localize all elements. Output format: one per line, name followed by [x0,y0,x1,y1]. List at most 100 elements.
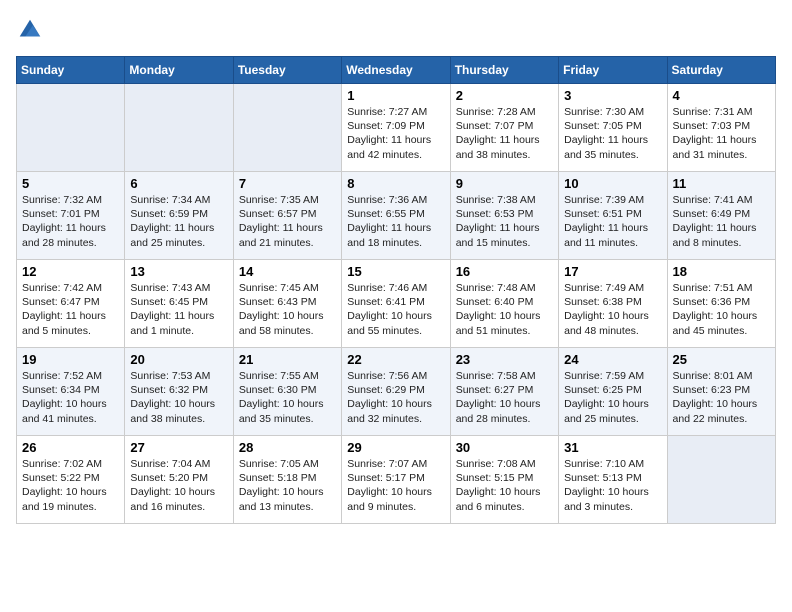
day-number: 27 [130,440,227,455]
calendar-cell: 4 Sunrise: 7:31 AM Sunset: 7:03 PM Daylig… [667,84,775,172]
calendar-cell: 14 Sunrise: 7:45 AM Sunset: 6:43 PM Dayli… [233,260,341,348]
calendar-header: SundayMondayTuesdayWednesdayThursdayFrid… [17,57,776,84]
day-number: 15 [347,264,444,279]
calendar-cell: 8 Sunrise: 7:36 AM Sunset: 6:55 PM Daylig… [342,172,450,260]
calendar-cell: 24 Sunrise: 7:59 AM Sunset: 6:25 PM Dayli… [559,348,667,436]
logo-icon [16,16,44,44]
day-number: 6 [130,176,227,191]
day-number: 3 [564,88,661,103]
day-number: 26 [22,440,119,455]
calendar-cell: 31 Sunrise: 7:10 AM Sunset: 5:13 PM Dayli… [559,436,667,524]
day-info: Sunrise: 7:27 AM Sunset: 7:09 PM Dayligh… [347,105,444,162]
day-info: Sunrise: 7:04 AM Sunset: 5:20 PM Dayligh… [130,457,227,514]
day-number: 9 [456,176,553,191]
day-info: Sunrise: 7:45 AM Sunset: 6:43 PM Dayligh… [239,281,336,338]
calendar-cell: 1 Sunrise: 7:27 AM Sunset: 7:09 PM Daylig… [342,84,450,172]
day-info: Sunrise: 7:41 AM Sunset: 6:49 PM Dayligh… [673,193,770,250]
weekday-header: Wednesday [342,57,450,84]
day-info: Sunrise: 7:43 AM Sunset: 6:45 PM Dayligh… [130,281,227,338]
calendar-cell: 10 Sunrise: 7:39 AM Sunset: 6:51 PM Dayli… [559,172,667,260]
calendar-cell: 12Sunrise: 7:42 AM Sunset: 6:47 PM Dayli… [17,260,125,348]
weekday-header: Monday [125,57,233,84]
day-number: 24 [564,352,661,367]
calendar-cell: 13 Sunrise: 7:43 AM Sunset: 6:45 PM Dayli… [125,260,233,348]
day-info: Sunrise: 7:30 AM Sunset: 7:05 PM Dayligh… [564,105,661,162]
day-number: 11 [673,176,770,191]
calendar-body: 1 Sunrise: 7:27 AM Sunset: 7:09 PM Daylig… [17,84,776,524]
day-info: Sunrise: 7:52 AM Sunset: 6:34 PM Dayligh… [22,369,119,426]
calendar-cell: 25Sunrise: 8:01 AM Sunset: 6:23 PM Dayli… [667,348,775,436]
day-info: Sunrise: 7:42 AM Sunset: 6:47 PM Dayligh… [22,281,119,338]
calendar-cell: 19 Sunrise: 7:52 AM Sunset: 6:34 PM Dayli… [17,348,125,436]
day-number: 17 [564,264,661,279]
calendar-cell: 28 Sunrise: 7:05 AM Sunset: 5:18 PM Dayli… [233,436,341,524]
calendar-week-row: 1 Sunrise: 7:27 AM Sunset: 7:09 PM Daylig… [17,84,776,172]
calendar-cell [17,84,125,172]
day-number: 18 [673,264,770,279]
day-number: 22 [347,352,444,367]
calendar-cell: 2 Sunrise: 7:28 AM Sunset: 7:07 PM Daylig… [450,84,558,172]
calendar-cell: 9 Sunrise: 7:38 AM Sunset: 6:53 PM Daylig… [450,172,558,260]
day-info: Sunrise: 7:10 AM Sunset: 5:13 PM Dayligh… [564,457,661,514]
day-info: Sunrise: 7:49 AM Sunset: 6:38 PM Dayligh… [564,281,661,338]
calendar-cell: 6 Sunrise: 7:34 AM Sunset: 6:59 PM Daylig… [125,172,233,260]
weekday-header: Friday [559,57,667,84]
calendar-cell [125,84,233,172]
day-info: Sunrise: 7:38 AM Sunset: 6:53 PM Dayligh… [456,193,553,250]
calendar-week-row: 26 Sunrise: 7:02 AM Sunset: 5:22 PM Dayli… [17,436,776,524]
day-info: Sunrise: 7:07 AM Sunset: 5:17 PM Dayligh… [347,457,444,514]
calendar-cell: 20Sunrise: 7:53 AM Sunset: 6:32 PM Dayli… [125,348,233,436]
day-number: 14 [239,264,336,279]
logo [16,16,48,44]
day-info: Sunrise: 7:51 AM Sunset: 6:36 PM Dayligh… [673,281,770,338]
day-info: Sunrise: 7:31 AM Sunset: 7:03 PM Dayligh… [673,105,770,162]
day-info: Sunrise: 7:02 AM Sunset: 5:22 PM Dayligh… [22,457,119,514]
calendar-cell: 18 Sunrise: 7:51 AM Sunset: 6:36 PM Dayli… [667,260,775,348]
day-number: 7 [239,176,336,191]
day-info: Sunrise: 7:32 AM Sunset: 7:01 PM Dayligh… [22,193,119,250]
calendar-table: SundayMondayTuesdayWednesdayThursdayFrid… [16,56,776,524]
day-info: Sunrise: 7:59 AM Sunset: 6:25 PM Dayligh… [564,369,661,426]
day-info: Sunrise: 7:53 AM Sunset: 6:32 PM Dayligh… [130,369,227,426]
calendar-week-row: 12Sunrise: 7:42 AM Sunset: 6:47 PM Dayli… [17,260,776,348]
calendar-cell: 29 Sunrise: 7:07 AM Sunset: 5:17 PM Dayli… [342,436,450,524]
weekday-header: Sunday [17,57,125,84]
calendar-cell [667,436,775,524]
calendar-cell: 5Sunrise: 7:32 AM Sunset: 7:01 PM Daylig… [17,172,125,260]
weekday-header: Thursday [450,57,558,84]
day-info: Sunrise: 7:48 AM Sunset: 6:40 PM Dayligh… [456,281,553,338]
day-info: Sunrise: 7:08 AM Sunset: 5:15 PM Dayligh… [456,457,553,514]
calendar-cell: 21 Sunrise: 7:55 AM Sunset: 6:30 PM Dayli… [233,348,341,436]
calendar-cell: 17 Sunrise: 7:49 AM Sunset: 6:38 PM Dayli… [559,260,667,348]
calendar-cell: 27 Sunrise: 7:04 AM Sunset: 5:20 PM Dayli… [125,436,233,524]
day-info: Sunrise: 7:28 AM Sunset: 7:07 PM Dayligh… [456,105,553,162]
day-number: 8 [347,176,444,191]
page-header [16,16,776,44]
day-info: Sunrise: 7:56 AM Sunset: 6:29 PM Dayligh… [347,369,444,426]
day-info: Sunrise: 7:36 AM Sunset: 6:55 PM Dayligh… [347,193,444,250]
day-info: Sunrise: 8:01 AM Sunset: 6:23 PM Dayligh… [673,369,770,426]
weekday-header: Saturday [667,57,775,84]
day-number: 30 [456,440,553,455]
calendar-cell: 23Sunrise: 7:58 AM Sunset: 6:27 PM Dayli… [450,348,558,436]
day-number: 4 [673,88,770,103]
day-number: 16 [456,264,553,279]
day-info: Sunrise: 7:55 AM Sunset: 6:30 PM Dayligh… [239,369,336,426]
day-number: 10 [564,176,661,191]
weekday-header-row: SundayMondayTuesdayWednesdayThursdayFrid… [17,57,776,84]
calendar-cell: 11 Sunrise: 7:41 AM Sunset: 6:49 PM Dayli… [667,172,775,260]
day-number: 2 [456,88,553,103]
calendar-cell: 30 Sunrise: 7:08 AM Sunset: 5:15 PM Dayli… [450,436,558,524]
day-info: Sunrise: 7:05 AM Sunset: 5:18 PM Dayligh… [239,457,336,514]
day-number: 31 [564,440,661,455]
day-number: 19 [22,352,119,367]
day-info: Sunrise: 7:39 AM Sunset: 6:51 PM Dayligh… [564,193,661,250]
day-number: 29 [347,440,444,455]
calendar-cell: 15Sunrise: 7:46 AM Sunset: 6:41 PM Dayli… [342,260,450,348]
calendar-cell: 7Sunrise: 7:35 AM Sunset: 6:57 PM Daylig… [233,172,341,260]
day-number: 1 [347,88,444,103]
day-info: Sunrise: 7:34 AM Sunset: 6:59 PM Dayligh… [130,193,227,250]
day-number: 21 [239,352,336,367]
day-number: 13 [130,264,227,279]
day-number: 28 [239,440,336,455]
